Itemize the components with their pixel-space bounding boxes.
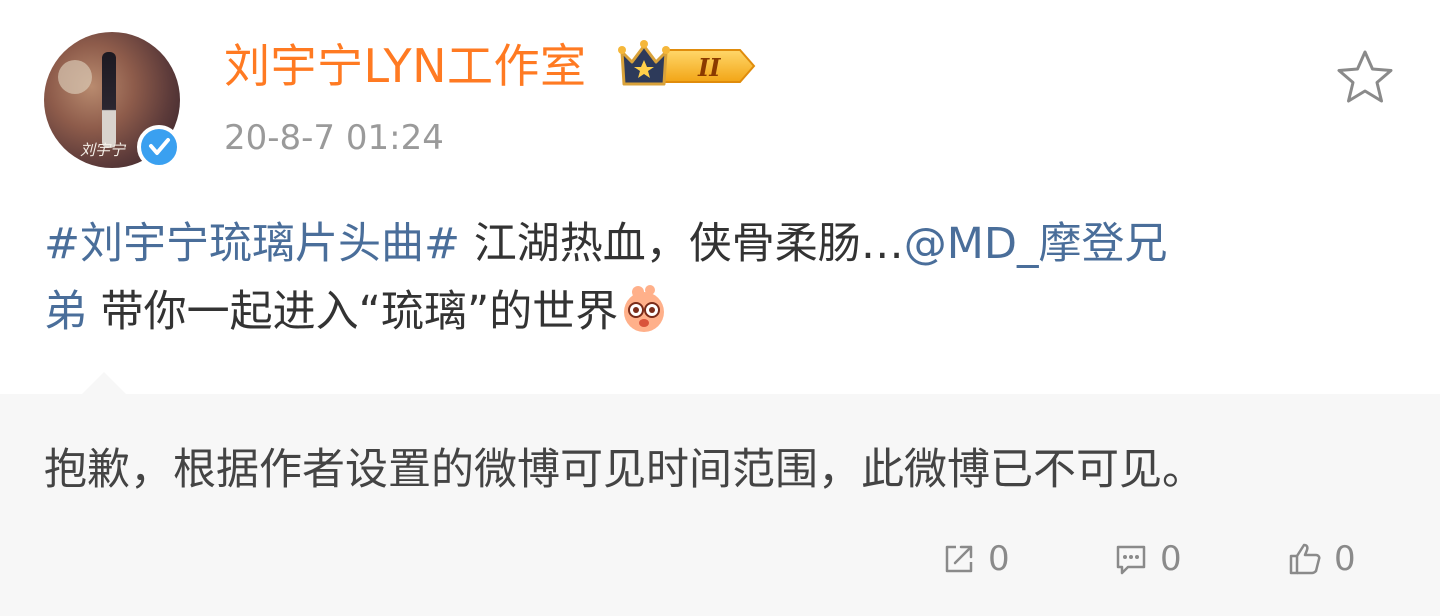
share-count: 0 (988, 539, 1010, 579)
unavailable-notice: 抱歉，根据作者设置的微博可见时间范围，此微博已不可见。 (44, 445, 1205, 495)
like-count: 0 (1334, 539, 1356, 579)
star-outline-icon (1337, 50, 1393, 103)
crown-level-text: II (697, 53, 721, 82)
weibo-post-card: 刘宇宁 刘宇宁LYN工作室 II 20-8-7 01:24 #刘宇宁琉璃片头曲#… (0, 0, 1440, 616)
share-button[interactable]: 0 (940, 534, 1010, 584)
post-text-line-2: 弟 带你一起进入“琉璃”的世界 (44, 280, 1396, 348)
like-button[interactable]: 0 (1286, 534, 1356, 584)
verified-check-icon (137, 125, 181, 169)
retweet-pointer (82, 372, 126, 394)
post-text: #刘宇宁琉璃片头曲# 江湖热血，侠骨柔肠…@MD_摩登兄 弟 带你一起进入“琉璃… (44, 212, 1396, 348)
post-text-segment: 带你一起进入“琉璃”的世界 (87, 287, 619, 337)
favorite-button[interactable] (1334, 48, 1396, 106)
mention-link[interactable]: @MD_摩登兄 (904, 219, 1168, 269)
mention-link-continued[interactable]: 弟 (44, 287, 87, 337)
thumbs-up-icon (1289, 543, 1321, 575)
emoji-face-icon (624, 285, 665, 332)
user-name[interactable]: 刘宇宁LYN工作室 (224, 36, 587, 96)
hashtag-link[interactable]: #刘宇宁琉璃片头曲# (44, 219, 460, 269)
comment-count: 0 (1160, 539, 1182, 579)
crown-level-icon: II (618, 40, 756, 86)
post-text-segment: 江湖热血，侠骨柔肠… (460, 219, 904, 269)
comment-icon (1116, 545, 1146, 575)
comment-button[interactable]: 0 (1112, 534, 1182, 584)
share-icon (945, 545, 973, 573)
avatar-signature: 刘宇宁 (80, 141, 126, 159)
avatar-figure (102, 52, 116, 148)
post-timestamp: 20-8-7 01:24 (224, 118, 444, 158)
avatar-moon-decoration (58, 60, 92, 94)
retweet-container[interactable]: 抱歉，根据作者设置的微博可见时间范围，此微博已不可见。 0 0 0 (0, 372, 1440, 616)
post-text-line-1: #刘宇宁琉璃片头曲# 江湖热血，侠骨柔肠…@MD_摩登兄 (44, 212, 1396, 280)
verified-check-svg (149, 138, 170, 155)
